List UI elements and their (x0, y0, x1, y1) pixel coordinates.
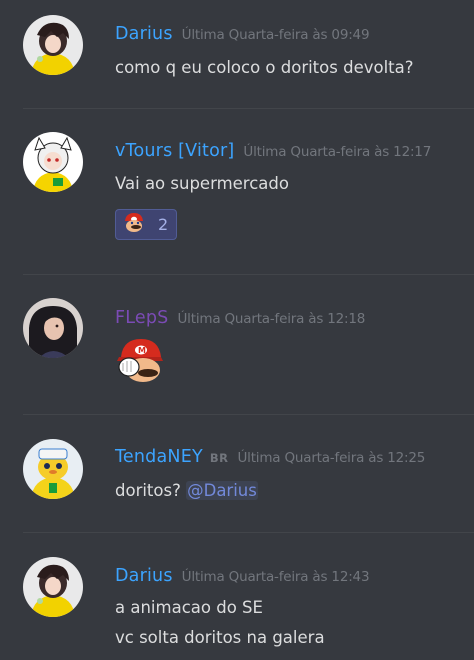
user-mention[interactable]: @Darius (186, 481, 258, 500)
avatar[interactable] (23, 557, 83, 617)
message-text: como q eu coloco o doritos devolta? (115, 58, 414, 77)
timestamp: Última Quarta-feira às 09:49 (181, 27, 370, 43)
author-name[interactable]: Darius (115, 566, 173, 586)
message-header: FLepS Última Quarta-feira às 12:18 (115, 308, 365, 330)
message-text: vc solta doritos na galera (115, 628, 325, 647)
reaction-count: 2 (158, 215, 169, 234)
author-name[interactable]: FLepS (115, 308, 169, 328)
avatar[interactable] (23, 439, 83, 499)
timestamp: Última Quarta-feira às 12:17 (243, 144, 432, 160)
author-name[interactable]: TendaNEY (115, 447, 203, 467)
timestamp: Última Quarta-feira às 12:25 (237, 450, 426, 466)
message-divider (23, 274, 474, 275)
author-name[interactable]: Darius (115, 24, 173, 44)
mario-facepalm-icon[interactable]: M (115, 337, 165, 389)
message-text: Vai ao supermercado (115, 174, 289, 193)
message-header: TendaNEY BR Última Quarta-feira às 12:25 (115, 447, 425, 469)
message-header: Darius Última Quarta-feira às 09:49 (115, 24, 370, 46)
reaction-button[interactable]: 2 (115, 209, 177, 240)
chat-messages: Darius Última Quarta-feira às 09:49 como… (0, 0, 474, 660)
avatar[interactable] (23, 132, 83, 192)
timestamp: Última Quarta-feira às 12:43 (181, 569, 370, 585)
message-header: Darius Última Quarta-feira às 12:43 (115, 566, 370, 588)
svg-text:M: M (138, 346, 146, 355)
message-text: a animacao do SE (115, 598, 263, 617)
message-divider (23, 414, 474, 415)
avatar[interactable] (23, 15, 83, 75)
message-text-content: doritos? (115, 481, 181, 500)
message-divider (23, 108, 474, 109)
avatar[interactable] (23, 298, 83, 358)
author-name[interactable]: vTours [Vitor] (115, 141, 234, 161)
timestamp: Última Quarta-feira às 12:18 (177, 311, 366, 327)
mario-face-icon (122, 212, 146, 238)
message-header: vTours [Vitor] Última Quarta-feira às 12… (115, 141, 431, 163)
message-text: doritos? @Darius (115, 476, 258, 506)
message-divider (23, 532, 474, 533)
role-tag: BR (209, 451, 229, 465)
